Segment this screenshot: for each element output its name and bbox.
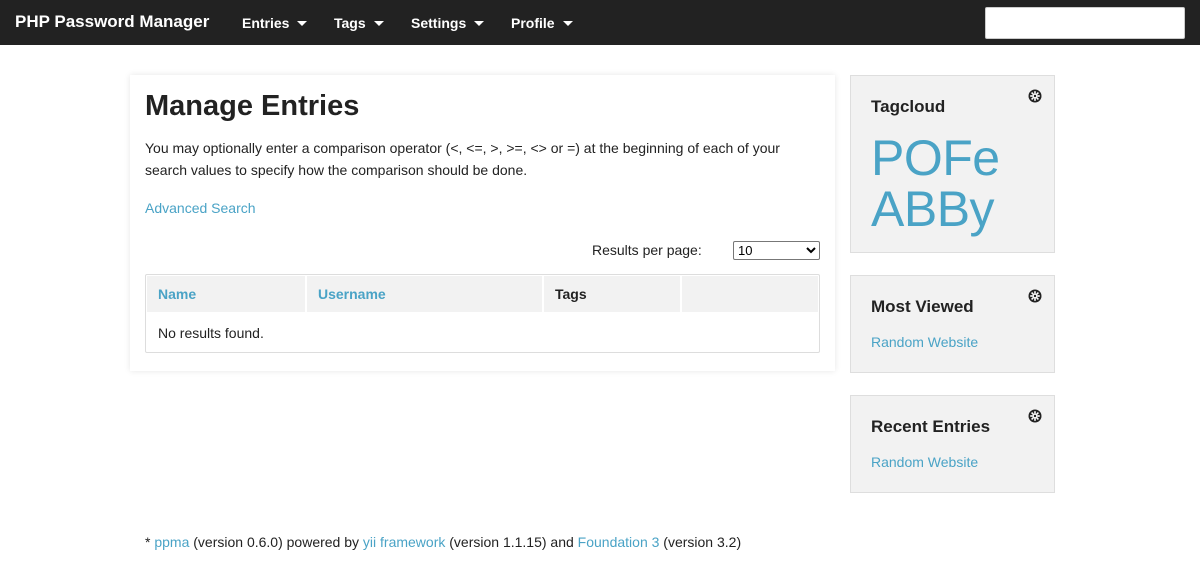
column-header-name[interactable]: Name bbox=[147, 276, 305, 312]
manage-entries-panel: Manage Entries You may optionally enter … bbox=[130, 75, 835, 371]
brand-title[interactable]: PHP Password Manager bbox=[15, 12, 209, 32]
most-viewed-item-link[interactable]: Random Website bbox=[871, 334, 978, 350]
gear-icon[interactable] bbox=[1028, 289, 1042, 303]
column-header-tags: Tags bbox=[544, 276, 680, 312]
gear-icon[interactable] bbox=[1028, 89, 1042, 103]
footer: * ppma (version 0.6.0) powered by yii fr… bbox=[145, 534, 741, 550]
gear-icon[interactable] bbox=[1028, 409, 1042, 423]
recent-entries-widget: Recent Entries Random Website bbox=[850, 395, 1055, 493]
recent-entries-title: Recent Entries bbox=[871, 417, 991, 436]
most-viewed-title: Most Viewed bbox=[871, 297, 974, 316]
ppma-link[interactable]: ppma bbox=[154, 534, 189, 550]
recent-entry-item-link[interactable]: Random Website bbox=[871, 454, 978, 470]
search-input[interactable] bbox=[985, 7, 1185, 39]
empty-table-message: No results found. bbox=[158, 325, 264, 341]
results-per-page-label: Results per page: bbox=[592, 242, 702, 258]
caret-down-icon bbox=[474, 20, 485, 26]
most-viewed-widget: Most Viewed Random Website bbox=[850, 275, 1055, 373]
nav-tags[interactable]: Tags bbox=[334, 15, 384, 31]
entries-table: Name Username Tags No results found. bbox=[145, 274, 820, 353]
foundation-link[interactable]: Foundation 3 bbox=[578, 534, 660, 550]
results-per-page-select[interactable]: 10 bbox=[733, 241, 820, 260]
caret-down-icon bbox=[373, 20, 384, 26]
yii-framework-link[interactable]: yii framework bbox=[363, 534, 445, 550]
search-help-text: You may optionally enter a comparison op… bbox=[145, 140, 780, 178]
nav-profile-label: Profile bbox=[511, 15, 555, 31]
column-header-username[interactable]: Username bbox=[307, 276, 542, 312]
nav-settings[interactable]: Settings bbox=[411, 15, 485, 31]
footer-prefix: * bbox=[145, 534, 155, 550]
column-header-actions bbox=[682, 276, 818, 312]
tagcloud-widget: Tagcloud POFe ABBy bbox=[850, 75, 1055, 253]
foundation-version-text: (version 3.2) bbox=[659, 534, 742, 550]
page-title: Manage Entries bbox=[145, 90, 360, 122]
table-header-row: Name Username Tags bbox=[147, 276, 818, 312]
nav-entries-label: Entries bbox=[242, 15, 290, 31]
tag-link[interactable]: ABBy bbox=[871, 184, 995, 234]
caret-down-icon bbox=[297, 20, 308, 26]
nav-profile[interactable]: Profile bbox=[511, 15, 573, 31]
top-navigation-bar: PHP Password Manager Entries Tags Settin… bbox=[0, 0, 1200, 45]
yii-version-text: (version 1.1.15) and bbox=[445, 534, 578, 550]
tag-link[interactable]: POFe bbox=[871, 133, 1000, 183]
caret-down-icon bbox=[562, 20, 573, 26]
nav-tags-label: Tags bbox=[334, 15, 366, 31]
tagcloud-title: Tagcloud bbox=[871, 97, 946, 116]
ppma-version-text: (version 0.6.0) powered by bbox=[189, 534, 363, 550]
advanced-search-link[interactable]: Advanced Search bbox=[145, 200, 256, 216]
nav-entries[interactable]: Entries bbox=[242, 15, 308, 31]
nav-settings-label: Settings bbox=[411, 15, 467, 31]
